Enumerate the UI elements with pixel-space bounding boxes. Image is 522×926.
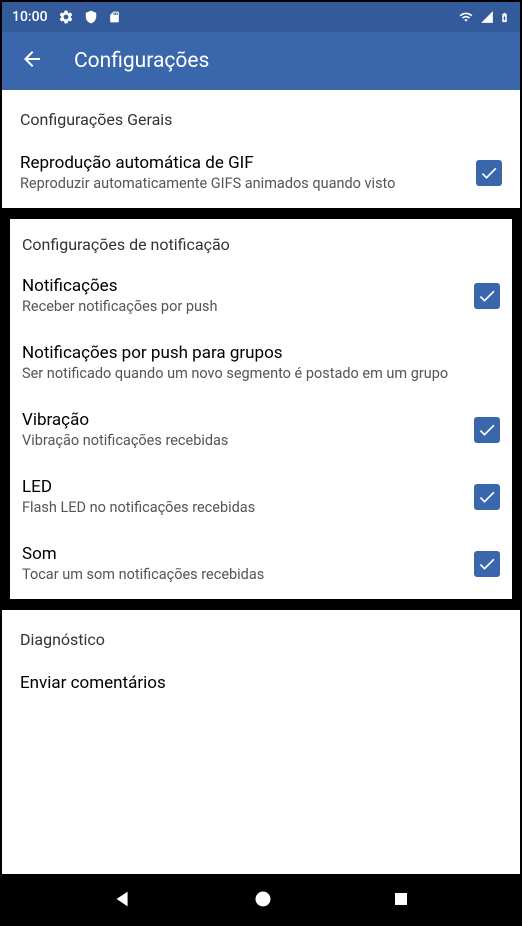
checkbox-checked-icon[interactable] [474,551,500,577]
setting-gif-autoplay[interactable]: Reprodução automática de GIF Reproduzir … [2,141,520,208]
checkbox-checked-icon[interactable] [474,283,500,309]
notification-section-highlighted: Configurações de notificação Notificaçõe… [2,208,520,610]
navigation-bar [2,874,520,924]
setting-title: Notificações por push para grupos [22,343,490,363]
page-title: Configurações [74,49,209,73]
section-header-notification: Configurações de notificação [10,219,512,264]
status-bar: 10:00 [2,2,520,32]
checkbox-checked-icon[interactable] [474,484,500,510]
setting-subtitle: Flash LED no notificações recebidas [22,499,464,516]
wifi-icon [457,10,475,24]
setting-sound[interactable]: Som Tocar um som notificações recebidas [10,532,512,599]
setting-title: Som [22,544,464,564]
app-bar: Configurações [2,32,520,90]
setting-subtitle: Ser notificado quando um novo segmento é… [22,365,490,382]
checkbox-checked-icon[interactable] [474,417,500,443]
back-arrow-icon[interactable] [20,47,44,75]
setting-title: Vibração [22,410,464,430]
status-time: 10:00 [12,9,48,25]
setting-send-feedback[interactable]: Enviar comentários [2,661,520,711]
settings-content: Configurações Gerais Reprodução automáti… [2,90,520,874]
sd-card-icon [108,9,121,25]
setting-subtitle: Reproduzir automaticamente GIFS animados… [20,175,466,192]
battery-charging-icon [499,9,510,26]
shield-icon [84,9,98,25]
setting-title: Notificações [22,276,464,296]
setting-subtitle: Vibração notificações recebidas [22,432,464,449]
setting-notifications[interactable]: Notificações Receber notificações por pu… [10,264,512,331]
setting-vibration[interactable]: Vibração Vibração notificações recebidas [10,398,512,465]
setting-title: LED [22,477,464,497]
checkbox-checked-icon[interactable] [476,160,502,186]
nav-home-icon[interactable] [253,889,273,909]
setting-led[interactable]: LED Flash LED no notificações recebidas [10,465,512,532]
nav-recent-icon[interactable] [392,890,410,908]
setting-push-groups[interactable]: Notificações por push para grupos Ser no… [10,331,512,398]
section-header-general: Configurações Gerais [2,90,520,141]
setting-subtitle: Receber notificações por push [22,298,464,315]
section-header-diagnostic: Diagnóstico [2,610,520,661]
signal-icon [479,10,495,24]
gear-icon [58,9,74,25]
setting-title: Enviar comentários [20,673,492,693]
setting-subtitle: Tocar um som notificações recebidas [22,566,464,583]
setting-title: Reprodução automática de GIF [20,153,466,173]
nav-back-icon[interactable] [112,888,134,910]
